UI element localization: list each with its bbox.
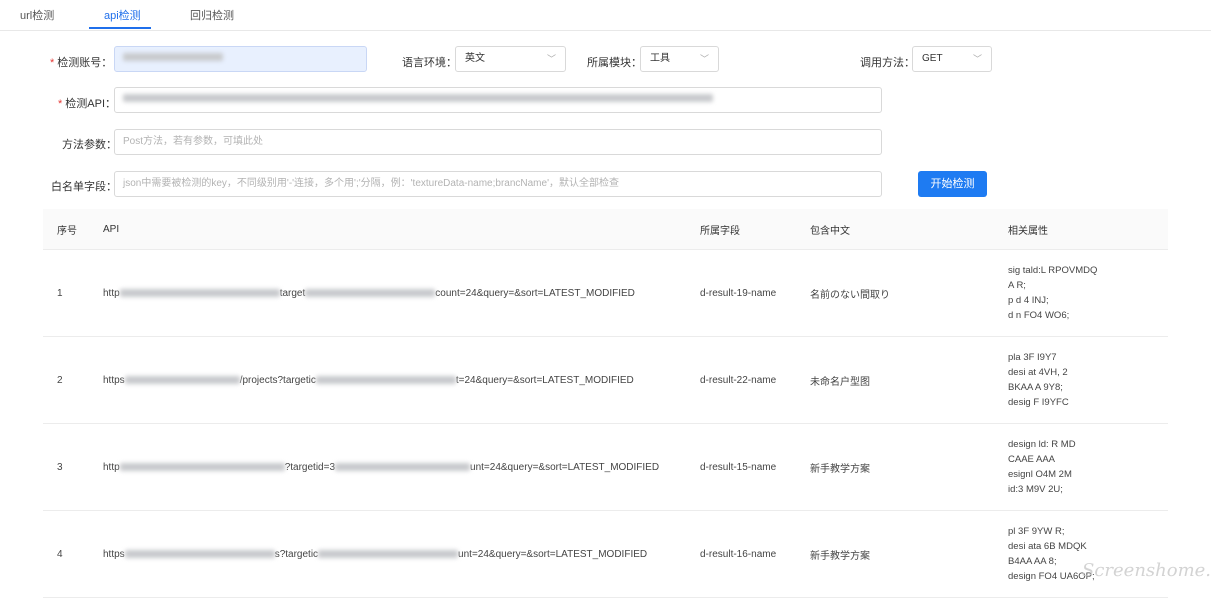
header-api: API xyxy=(103,209,700,250)
row-index: 3 xyxy=(43,423,103,511)
header-contains-chinese: 包含中文 xyxy=(810,209,1008,250)
row-api: https s?targetic unt=24&query=&sort=LATEST… xyxy=(103,510,700,598)
table-row: 1 http target count=24&query=&sort=LATEST_… xyxy=(43,249,1168,337)
method-select[interactable]: GET ﹀ xyxy=(912,46,992,72)
row-chinese: 未命名户型图 xyxy=(810,336,1008,424)
params-label: 方法参数： xyxy=(62,139,117,151)
whitelist-input[interactable]: json中需要被检测的key，不同级别用'-'连接，多个用';'分隔，例：'te… xyxy=(114,171,882,197)
start-check-button[interactable]: 开始检测 xyxy=(918,171,987,197)
table-row: 4 https s?targetic unt=24&query=&sort=LATE… xyxy=(43,510,1168,598)
chevron-down-icon: ﹀ xyxy=(972,54,982,64)
row-field: d-result-15-name xyxy=(700,423,810,511)
header-attributes: 相关属性 xyxy=(1008,209,1168,250)
row-field: d-result-19-name xyxy=(700,249,810,337)
row-attributes: pla 3F I9Y7 desi at 4VH, 2 BKAA A 9Y8; d… xyxy=(1008,336,1168,424)
params-input[interactable]: Post方法，若有参数，可填此处 xyxy=(114,129,882,155)
tab-bar: url检测 api检测 回归检测 xyxy=(0,0,1211,31)
language-select[interactable]: 英文 ﹀ xyxy=(455,46,566,72)
results-table: 序号 API 所属字段 包含中文 相关属性 1 http target count=… xyxy=(43,209,1168,598)
account-input[interactable] xyxy=(114,46,367,72)
active-tab-indicator xyxy=(89,27,151,29)
chevron-down-icon: ﹀ xyxy=(546,54,556,64)
row-index: 1 xyxy=(43,249,103,337)
chevron-down-icon: ﹀ xyxy=(699,54,709,64)
table-row: 2 https/projects?targetic t=24&query=&sor… xyxy=(43,336,1168,424)
tab-url-check[interactable]: url检测 xyxy=(20,7,54,23)
row-index: 2 xyxy=(43,336,103,424)
row-api: https/projects?targetic t=24&query=&sort=… xyxy=(103,336,700,424)
tab-api-check[interactable]: api检测 xyxy=(104,7,141,23)
row-field: d-result-16-name xyxy=(700,510,810,598)
account-label: * 检测账号： xyxy=(50,57,113,69)
table-header-row: 序号 API 所属字段 包含中文 相关属性 xyxy=(43,209,1168,250)
method-label: 调用方法： xyxy=(860,57,915,69)
row-attributes: pl 3F 9YW R; desi ata 6B MDQK B4AA AA 8;… xyxy=(1008,510,1168,598)
header-field: 所属字段 xyxy=(700,209,810,250)
row-api: http target count=24&query=&sort=LATEST_MO… xyxy=(103,249,700,337)
whitelist-label: 白名单字段： xyxy=(51,181,117,193)
watermark-text: Screenshome.com xyxy=(1082,560,1211,581)
row-index: 4 xyxy=(43,510,103,598)
api-input[interactable] xyxy=(114,87,882,113)
tab-regression-check[interactable]: 回归检测 xyxy=(190,7,234,23)
row-chinese: 新手教学方案 xyxy=(810,510,1008,598)
row-api: http ?targetid=3 unt=24&query=&sort=LATEST… xyxy=(103,423,700,511)
row-chinese: 名前のない間取り xyxy=(810,249,1008,337)
row-attributes: sig tald:L RPOVMDQ A R; p d 4 INJ; d n F… xyxy=(1008,249,1168,337)
table-row: 3 http ?targetid=3 unt=24&query=&sort=LATE… xyxy=(43,423,1168,511)
row-field: d-result-22-name xyxy=(700,336,810,424)
row-chinese: 新手教学方案 xyxy=(810,423,1008,511)
header-index: 序号 xyxy=(43,209,103,250)
module-label: 所属模块： xyxy=(587,57,642,69)
module-select[interactable]: 工具 ﹀ xyxy=(640,46,719,72)
language-label: 语言环境： xyxy=(402,57,457,69)
api-label: * 检测API： xyxy=(58,98,117,110)
row-attributes: design ld: R MD CAAE AAA esignl O4M 2M i… xyxy=(1008,423,1168,511)
